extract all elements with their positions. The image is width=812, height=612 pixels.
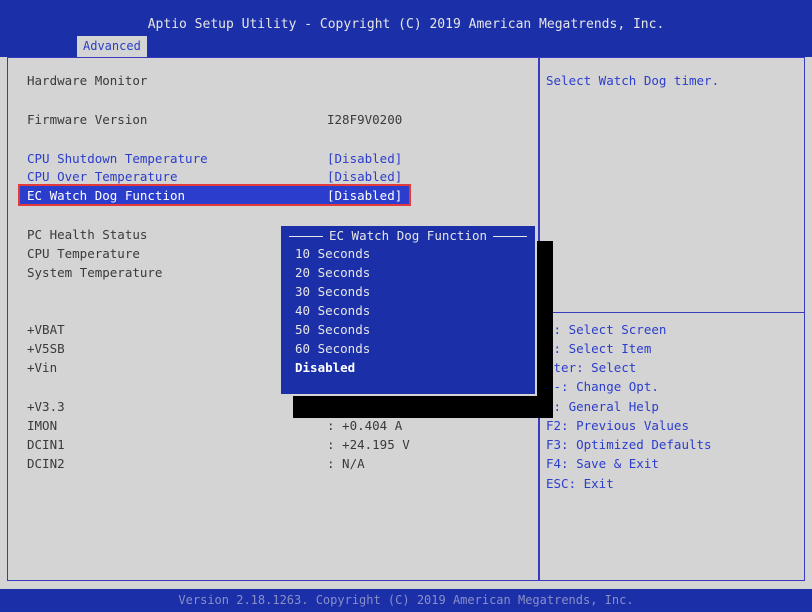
pc-health-status: PC Health Status [27,227,148,242]
help-description: Select Watch Dog timer. [546,73,720,88]
dcin2-label: DCIN2 [27,456,65,471]
option-30-seconds[interactable]: 30 Seconds [295,284,370,299]
footer-text: Version 2.18.1263. Copyright (C) 2019 Am… [178,593,634,607]
footer-bar: Version 2.18.1263. Copyright (C) 2019 Am… [0,589,812,612]
cpu-over-temp-value[interactable]: [Disabled] [327,169,402,184]
dcin1-label: DCIN1 [27,437,65,452]
cpu-temperature-label: CPU Temperature [27,246,140,261]
ec-watchdog-popup: EC Watch Dog Function 10 Seconds 20 Seco… [279,224,537,396]
cpu-shutdown-temp-value[interactable]: [Disabled] [327,151,402,166]
dcin1-value: : +24.195 V [327,437,410,452]
option-60-seconds[interactable]: 60 Seconds [295,341,370,356]
dcin2-value: : N/A [327,456,365,471]
title-bar: Aptio Setup Utility - Copyright (C) 2019… [0,0,812,57]
help-key-change-opt: /-: Change Opt. [546,379,659,394]
imon-value: : +0.404 A [327,418,403,433]
help-key-f3: F3: Optimized Defaults [546,437,712,452]
tab-advanced[interactable]: Advanced [77,36,147,57]
vbat-label: +VBAT [27,322,65,337]
imon-label: IMON [27,418,58,433]
cpu-shutdown-temp-label[interactable]: CPU Shutdown Temperature [27,151,208,166]
option-40-seconds[interactable]: 40 Seconds [295,303,370,318]
section-title: Hardware Monitor [27,73,148,88]
vin-label: +Vin [27,360,58,375]
ec-watchdog-label: EC Watch Dog Function [27,188,186,203]
v5sb-label: +V5SB [27,341,65,356]
app-title: Aptio Setup Utility - Copyright (C) 2019… [147,17,665,32]
option-20-seconds[interactable]: 20 Seconds [295,265,370,280]
help-key-select-item: ↓: Select Item [546,341,652,356]
help-key-f2: F2: Previous Values [546,418,689,433]
popup-title-text: EC Watch Dog Function [322,228,494,243]
help-key-select-screen: →: Select Screen [546,322,667,337]
help-key-enter: nter: Select [546,360,637,375]
option-50-seconds[interactable]: 50 Seconds [295,322,370,337]
cpu-over-temp-label[interactable]: CPU Over Temperature [27,169,178,184]
firmware-version-value: I28F9V0200 [327,112,403,127]
ec-watchdog-value: [Disabled] [327,188,403,203]
help-key-esc: ESC: Exit [546,476,614,491]
option-disabled[interactable]: Disabled [295,360,355,375]
v33-label: +V3.3 [27,399,65,414]
system-temperature-label: System Temperature [27,265,163,280]
option-10-seconds[interactable]: 10 Seconds [295,246,370,261]
firmware-version-label: Firmware Version [27,112,148,127]
ec-watchdog-row[interactable]: EC Watch Dog Function [Disabled] [18,184,411,206]
help-key-general-help: 1: General Help [546,399,659,414]
popup-title: EC Watch Dog Function [281,228,535,243]
help-key-f4: F4: Save & Exit [546,456,659,471]
help-divider [540,312,805,313]
